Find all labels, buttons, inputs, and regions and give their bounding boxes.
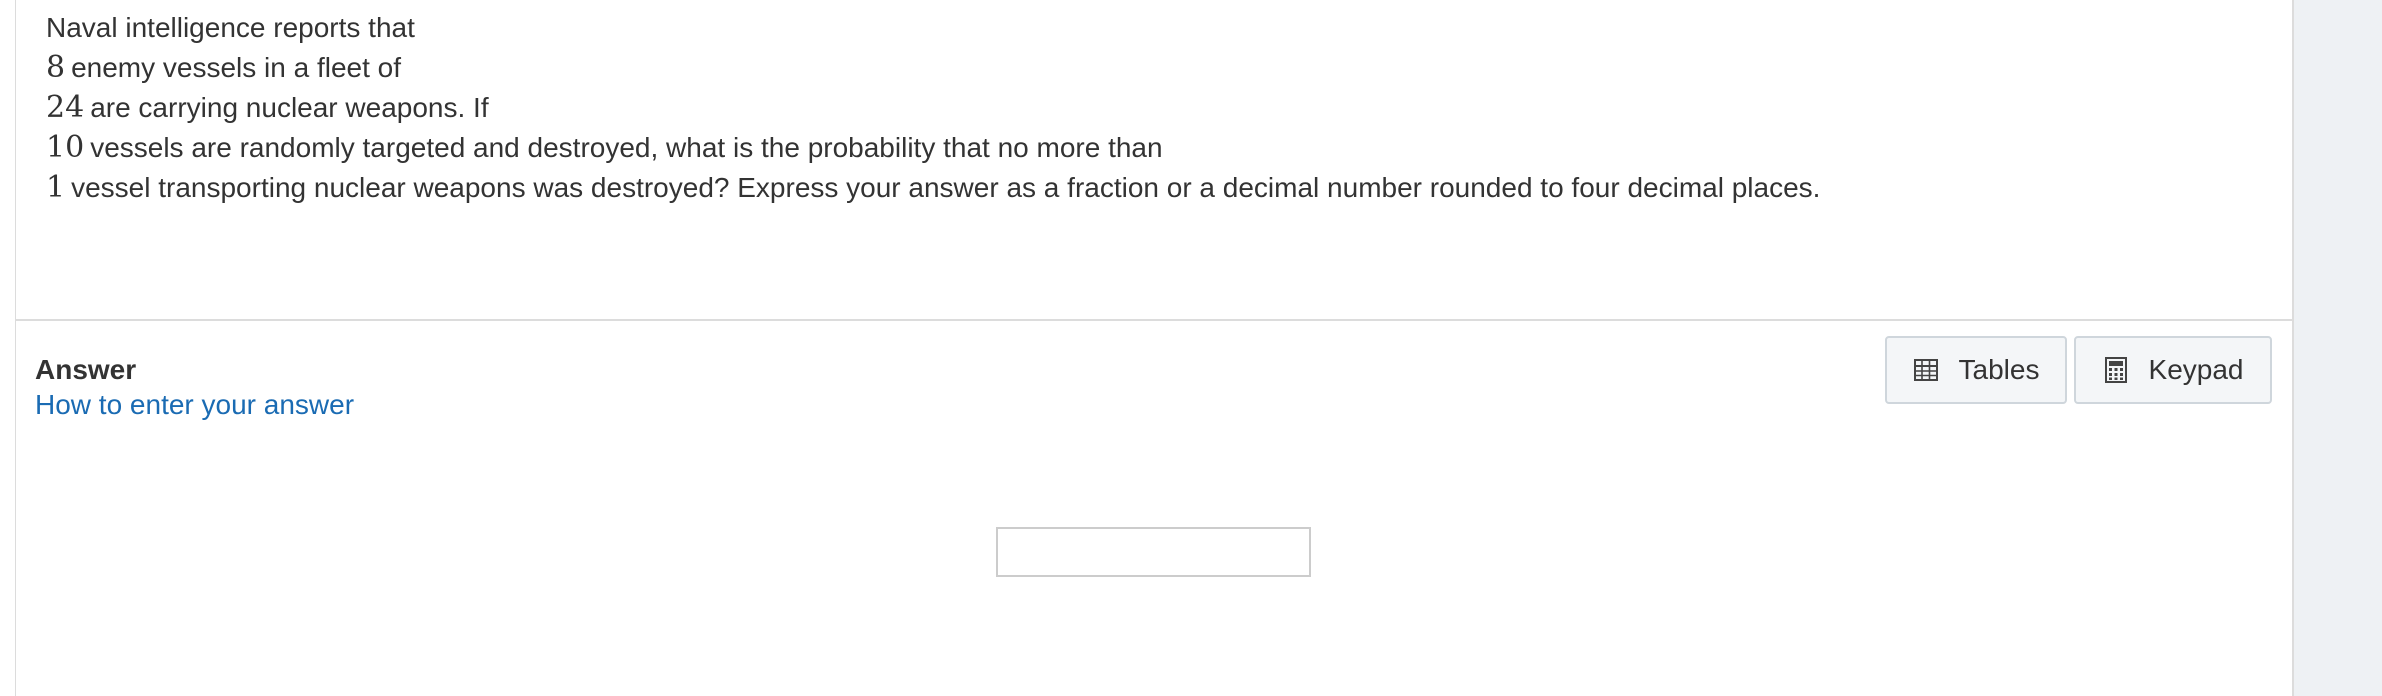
question-line-text: enemy vessels in a fleet of: [71, 52, 402, 83]
answer-input[interactable]: [996, 527, 1311, 577]
question-line: Naval intelligence reports that: [46, 8, 2246, 48]
right-gutter: [2292, 0, 2382, 696]
tables-button[interactable]: Tables: [1885, 336, 2067, 404]
question-line-text: vessel transporting nuclear weapons was …: [71, 172, 1821, 203]
question-number: 10: [46, 130, 85, 165]
question-number: 1: [46, 170, 66, 205]
left-border: [15, 0, 16, 696]
section-divider: [15, 319, 2292, 321]
question-line-text: vessels are randomly targeted and destro…: [90, 132, 1163, 163]
question-text: Naval intelligence reports that 8 enemy v…: [46, 8, 2246, 208]
how-to-enter-answer-link[interactable]: How to enter your answer: [35, 387, 354, 423]
question-line-text: are carrying nuclear weapons. If: [90, 92, 489, 123]
keypad-button-label: Keypad: [2148, 354, 2244, 385]
question-line: 8 enemy vessels in a fleet of: [46, 48, 2246, 88]
question-line: 24 are carrying nuclear weapons. If: [46, 88, 2246, 128]
answer-heading: Answer: [35, 354, 137, 385]
tables-button-label: Tables: [1958, 354, 2040, 385]
question-number: 24: [46, 90, 85, 125]
question-line: 10 vessels are randomly targeted and dest…: [46, 128, 2246, 168]
question-line: 1 vessel transporting nuclear weapons was…: [46, 168, 2246, 208]
keypad-button[interactable]: Keypad: [2074, 336, 2272, 404]
question-number: 8: [46, 50, 66, 85]
table-icon: [1913, 359, 1938, 381]
calculator-icon: [2104, 357, 2127, 383]
question-line-text: Naval intelligence reports that: [46, 12, 415, 43]
